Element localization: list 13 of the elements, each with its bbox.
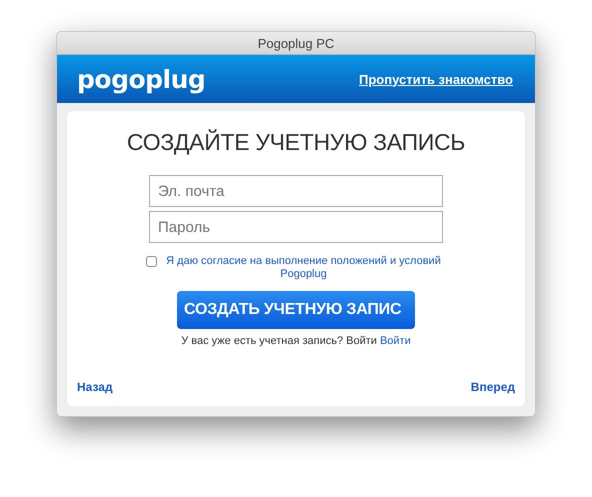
logo: pogoplug — [77, 64, 206, 94]
back-link[interactable]: Назад — [77, 380, 113, 394]
login-prompt: У вас уже есть учетная запись? Войти — [181, 335, 377, 347]
skip-link[interactable]: Пропустить знакомство — [359, 72, 513, 86]
next-link[interactable]: Вперед — [470, 380, 515, 394]
create-account-button[interactable]: СОЗДАТЬ УЧЕТНУЮ ЗАПИС — [177, 291, 415, 329]
email-field[interactable]: Эл. почта — [149, 175, 443, 207]
form-heading: СОЗДАЙТЕ УЧЕТНУЮ ЗАПИСЬ — [126, 129, 466, 156]
agreement-checkbox[interactable] — [146, 256, 157, 267]
password-field[interactable]: Пароль — [149, 211, 443, 243]
window-title: Pogoplug PC — [258, 36, 334, 50]
login-link[interactable]: Войти — [380, 335, 411, 347]
agreement-label: Я даю согласие на выполнение положений и условий Pogoplug — [165, 255, 442, 281]
